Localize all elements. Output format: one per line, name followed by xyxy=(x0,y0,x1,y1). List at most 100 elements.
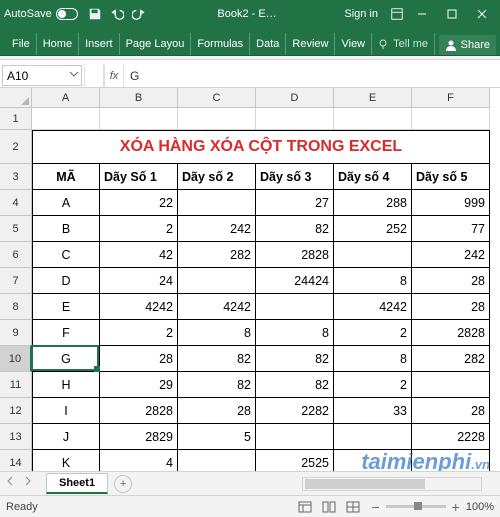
cell[interactable] xyxy=(334,424,412,450)
cell[interactable]: 82 xyxy=(256,372,334,398)
fx-button[interactable]: fx xyxy=(104,64,124,87)
save-icon[interactable] xyxy=(88,7,102,21)
cell[interactable]: E xyxy=(32,294,100,320)
col-head-a[interactable]: A xyxy=(32,88,100,108)
row-head-11[interactable]: 11 xyxy=(0,372,32,398)
tab-page-layout[interactable]: Page Layou xyxy=(120,33,192,55)
cell[interactable] xyxy=(412,372,490,398)
cell[interactable]: 33 xyxy=(334,398,412,424)
select-all-triangle[interactable] xyxy=(0,88,32,108)
signin-link[interactable]: Sign in xyxy=(344,8,378,20)
cell[interactable]: 77 xyxy=(412,216,490,242)
cell[interactable]: 82 xyxy=(178,372,256,398)
cell[interactable]: 2282 xyxy=(256,398,334,424)
cell[interactable]: 242 xyxy=(178,216,256,242)
cell[interactable]: 2 xyxy=(334,372,412,398)
cell[interactable]: 282 xyxy=(412,346,490,372)
header-5[interactable]: Dãy số 5 xyxy=(412,164,490,190)
cell[interactable]: 28 xyxy=(412,294,490,320)
name-box[interactable]: A10 xyxy=(2,65,82,86)
cell[interactable]: 2 xyxy=(334,320,412,346)
row-head-6[interactable]: 6 xyxy=(0,242,32,268)
autosave-toggle[interactable]: AutoSave xyxy=(4,8,78,20)
cell[interactable]: 8 xyxy=(334,346,412,372)
header-2[interactable]: Dãy số 2 xyxy=(178,164,256,190)
cell[interactable]: G xyxy=(32,346,100,372)
cell[interactable]: I xyxy=(32,398,100,424)
ribbon-options-icon[interactable] xyxy=(390,7,404,21)
title-cell[interactable]: XÓA HÀNG XÓA CỘT TRONG EXCEL xyxy=(32,130,490,164)
sheet-nav-next[interactable] xyxy=(23,476,39,492)
cell[interactable]: C xyxy=(32,242,100,268)
cell[interactable]: F xyxy=(32,320,100,346)
cell[interactable]: 2 xyxy=(100,216,178,242)
row-head-4[interactable]: 4 xyxy=(0,190,32,216)
row-head-3[interactable]: 3 xyxy=(0,164,32,190)
col-head-d[interactable]: D xyxy=(256,88,334,108)
share-button[interactable]: Share xyxy=(439,35,496,55)
col-head-f[interactable]: F xyxy=(412,88,490,108)
tab-file[interactable]: File xyxy=(4,33,37,55)
cell[interactable] xyxy=(178,108,256,130)
cell[interactable] xyxy=(412,108,490,130)
cell[interactable]: 282 xyxy=(178,242,256,268)
redo-icon[interactable] xyxy=(132,7,146,21)
cell[interactable]: B xyxy=(32,216,100,242)
cell[interactable]: 252 xyxy=(334,216,412,242)
cell[interactable] xyxy=(256,108,334,130)
zoom-out-button[interactable]: − xyxy=(371,499,379,515)
cell[interactable] xyxy=(32,108,100,130)
tab-review[interactable]: Review xyxy=(286,33,335,55)
header-1[interactable]: Dãy Số 1 xyxy=(100,164,178,190)
scrollbar-thumb[interactable] xyxy=(305,479,425,489)
row-head-7[interactable]: 7 xyxy=(0,268,32,294)
add-sheet-button[interactable]: + xyxy=(114,475,132,493)
cell[interactable]: 5 xyxy=(178,424,256,450)
tab-home[interactable]: Home xyxy=(37,33,79,55)
sheet-tab-1[interactable]: Sheet1 xyxy=(46,473,108,494)
cell[interactable]: 24424 xyxy=(256,268,334,294)
cell[interactable]: J xyxy=(32,424,100,450)
cell[interactable]: 8 xyxy=(256,320,334,346)
tab-formulas[interactable]: Formulas xyxy=(191,33,250,55)
cell[interactable]: 28 xyxy=(178,398,256,424)
col-head-e[interactable]: E xyxy=(334,88,412,108)
cell[interactable]: 22 xyxy=(100,190,178,216)
cell[interactable]: D xyxy=(32,268,100,294)
cell[interactable]: 29 xyxy=(100,372,178,398)
tab-insert[interactable]: Insert xyxy=(79,33,120,55)
col-head-b[interactable]: B xyxy=(100,88,178,108)
spreadsheet-grid[interactable]: A B C D E F 1 2 XÓA HÀNG XÓA CỘT TRONG E… xyxy=(0,88,500,500)
cell[interactable] xyxy=(334,242,412,268)
cell[interactable]: 4242 xyxy=(334,294,412,320)
cell[interactable] xyxy=(256,294,334,320)
tab-data[interactable]: Data xyxy=(250,33,286,55)
cell[interactable]: H xyxy=(32,372,100,398)
cell[interactable]: 2828 xyxy=(100,398,178,424)
sheet-nav-prev[interactable] xyxy=(5,476,21,492)
cell[interactable]: 288 xyxy=(334,190,412,216)
cell[interactable] xyxy=(178,190,256,216)
view-page-break-icon[interactable] xyxy=(342,499,364,515)
row-head-8[interactable]: 8 xyxy=(0,294,32,320)
row-head-5[interactable]: 5 xyxy=(0,216,32,242)
header-ma[interactable]: MÃ xyxy=(32,164,100,190)
cell[interactable]: 2829 xyxy=(100,424,178,450)
col-head-c[interactable]: C xyxy=(178,88,256,108)
row-head-2[interactable]: 2 xyxy=(0,130,32,164)
tab-view[interactable]: View xyxy=(335,33,372,55)
cell[interactable]: 24 xyxy=(100,268,178,294)
formula-bar[interactable]: G xyxy=(124,64,500,87)
minimize-button[interactable] xyxy=(408,2,436,26)
cell[interactable]: 8 xyxy=(334,268,412,294)
cell[interactable]: 2828 xyxy=(412,320,490,346)
row-head-9[interactable]: 9 xyxy=(0,320,32,346)
header-3[interactable]: Dãy số 3 xyxy=(256,164,334,190)
zoom-slider[interactable] xyxy=(386,505,446,508)
cell[interactable]: 2228 xyxy=(412,424,490,450)
cell[interactable]: 242 xyxy=(412,242,490,268)
zoom-in-button[interactable]: + xyxy=(452,499,460,515)
view-page-layout-icon[interactable] xyxy=(318,499,340,515)
cell[interactable]: A xyxy=(32,190,100,216)
cell[interactable]: 82 xyxy=(178,346,256,372)
